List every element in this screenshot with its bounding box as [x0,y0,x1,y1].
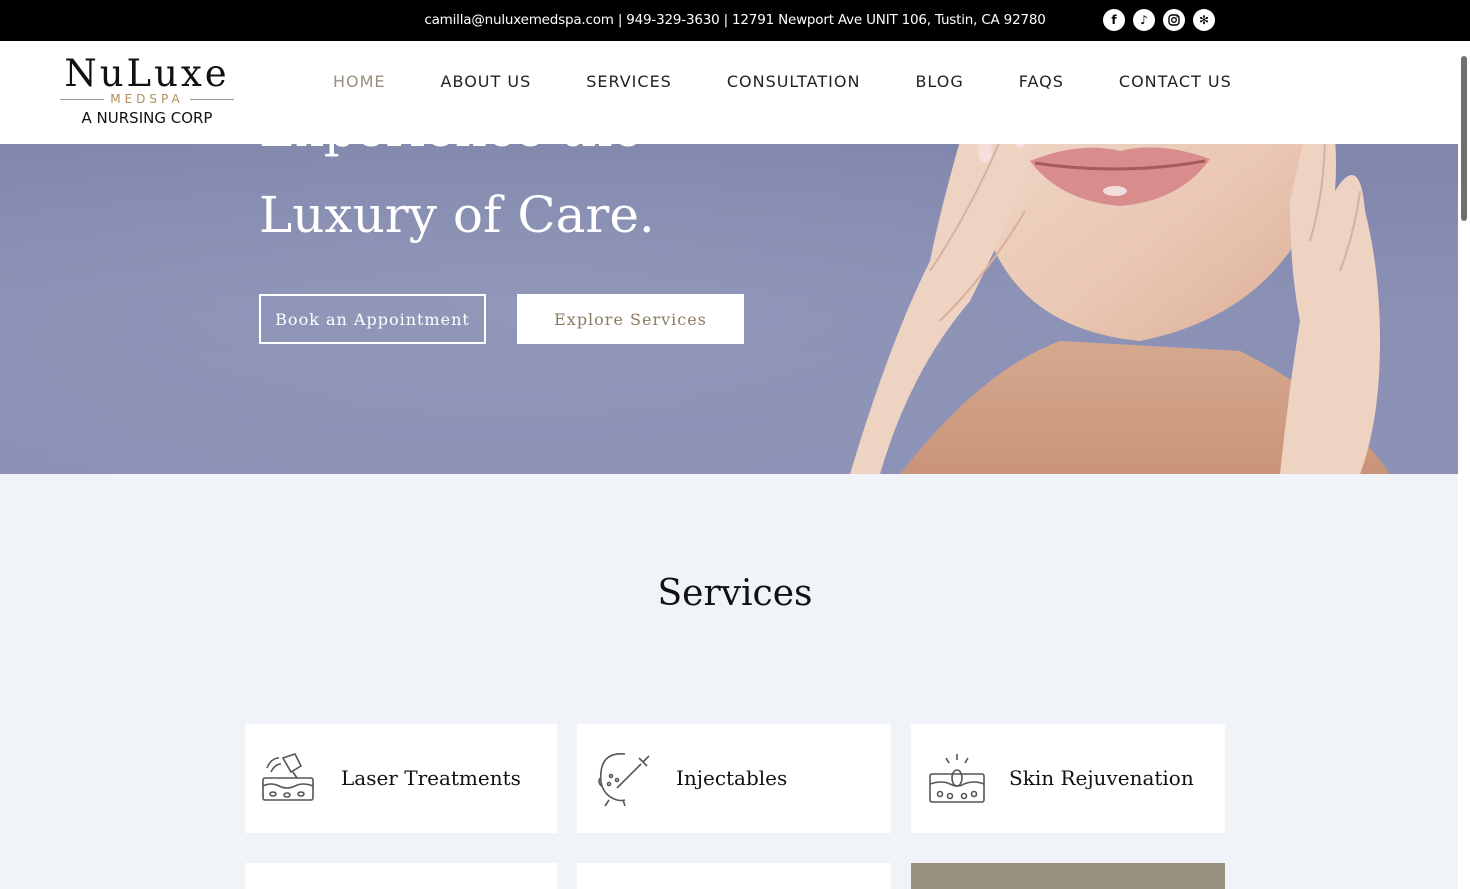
service-card-row2-2[interactable] [577,863,891,889]
page-scrollbar[interactable] [1458,41,1470,889]
yelp-icon[interactable]: ✻ [1193,9,1215,31]
logo-brand: NuLuxe [64,52,230,95]
hero-title-line2: Luxury of Care. [259,186,655,244]
service-card-injectables[interactable]: Injectables [577,724,891,833]
book-appointment-button[interactable]: Book an Appointment [259,294,486,344]
service-card-label: Skin Rejuvenation [1009,766,1194,790]
social-links: f ♪ ✻ [1103,9,1215,31]
nav-faqs[interactable]: FAQS [1019,72,1064,91]
service-card-label: Laser Treatments [341,766,521,790]
facebook-icon[interactable]: f [1103,9,1125,31]
nav-about-us[interactable]: ABOUT US [441,72,532,91]
main-nav: HOME ABOUT US SERVICES CONSULTATION BLOG… [333,72,1232,91]
logo-corp: A NURSING CORP [81,109,213,127]
service-card-skin-rejuvenation[interactable]: Skin Rejuvenation [911,724,1225,833]
scrollbar-thumb[interactable] [1461,56,1467,221]
tiktok-icon[interactable]: ♪ [1133,9,1155,31]
contact-info: camilla@nuluxemedspa.com | 949-329-3630 … [424,12,1046,28]
injectables-icon [598,753,650,807]
nav-home[interactable]: HOME [333,72,386,91]
nav-consultation[interactable]: CONSULTATION [727,72,861,91]
service-card-row2-1[interactable] [245,863,557,889]
explore-services-button[interactable]: Explore Services [517,294,744,344]
site-header: NuLuxe MEDSPA A NURSING CORP HOME ABOUT … [0,41,1470,144]
laser-icon [262,753,314,801]
logo-sub: MEDSPA [110,92,184,106]
service-card-row2-3[interactable] [911,863,1225,889]
instagram-icon[interactable] [1163,9,1185,31]
nav-services[interactable]: SERVICES [586,72,672,91]
skin-rejuvenation-icon [929,754,985,803]
nav-contact-us[interactable]: CONTACT US [1119,72,1232,91]
service-card-label: Injectables [676,766,788,790]
site-logo[interactable]: NuLuxe MEDSPA A NURSING CORP [55,55,239,127]
nav-blog[interactable]: BLOG [915,72,963,91]
service-card-laser[interactable]: Laser Treatments [245,724,557,833]
top-contact-bar: camilla@nuluxemedspa.com | 949-329-3630 … [0,0,1470,41]
services-heading: Services [657,573,813,614]
